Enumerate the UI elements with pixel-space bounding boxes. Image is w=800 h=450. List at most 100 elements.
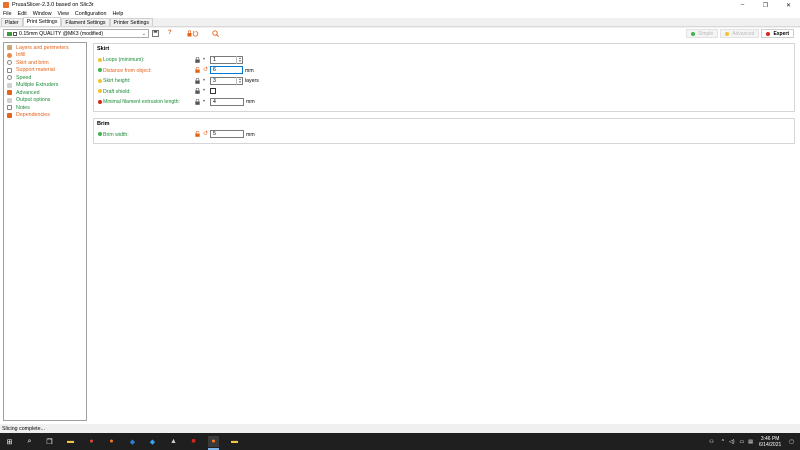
folder-icon[interactable]: ▬ bbox=[229, 436, 240, 447]
sidebar-item-infill[interactable]: Infill bbox=[4, 52, 86, 60]
search-icon[interactable] bbox=[212, 30, 219, 40]
dot-icon: • bbox=[203, 98, 206, 105]
option-row-brim-width: Brim width: ↺ 5 mm bbox=[94, 130, 794, 141]
expert-dot-icon bbox=[766, 31, 771, 36]
file-explorer-icon[interactable]: ▬ bbox=[65, 436, 76, 447]
preset-name: 0.15mm QUALITY @MK3 (modified) bbox=[19, 30, 104, 37]
sidebar-item-label: Notes bbox=[16, 104, 30, 111]
close-icon[interactable]: ✕ bbox=[777, 0, 800, 10]
browser-icon[interactable]: ● bbox=[106, 436, 117, 447]
simple-dot-icon bbox=[690, 31, 695, 36]
dependencies-icon bbox=[7, 112, 12, 118]
lock-icon[interactable] bbox=[195, 56, 200, 63]
menu-help[interactable]: Help bbox=[112, 11, 123, 17]
save-icon[interactable] bbox=[152, 30, 159, 40]
support-icon bbox=[7, 67, 12, 73]
sidebar-item-speed[interactable]: Speed bbox=[4, 74, 86, 82]
tab-plater[interactable]: Plater bbox=[1, 18, 23, 26]
settings-page-list: Layers and perimeters Infill Skirt and b… bbox=[3, 42, 87, 421]
sidebar-item-output-options[interactable]: Output options bbox=[4, 97, 86, 105]
unlock-icon[interactable] bbox=[195, 130, 200, 137]
clock[interactable]: 3:46 PM 6/14/2021 bbox=[759, 436, 781, 448]
app-blue-icon[interactable]: ◆ bbox=[147, 436, 158, 447]
system-tray: ⚇ ^ ◁) ▭ ▤ 3:46 PM 6/14/2021 ▢ bbox=[709, 435, 794, 448]
notifications-icon[interactable]: ▢ bbox=[789, 439, 794, 445]
infill-icon bbox=[7, 52, 12, 58]
preset-select[interactable]: 0.15mm QUALITY @MK3 (modified) ⌄ bbox=[3, 29, 149, 38]
undo-arrow-icon[interactable]: ↺ bbox=[203, 67, 208, 73]
lock-undo-icon[interactable] bbox=[187, 30, 199, 40]
keyboard-icon[interactable]: ▤ bbox=[748, 439, 753, 445]
people-icon[interactable]: ⚇ bbox=[709, 439, 713, 445]
option-label: Loops (minimum): bbox=[103, 57, 145, 63]
chevron-up-icon[interactable]: ^ bbox=[722, 439, 724, 445]
tab-printer-settings[interactable]: Printer Settings bbox=[109, 18, 153, 26]
network-icon[interactable]: ▭ bbox=[740, 439, 745, 445]
sidebar-item-label: Multiple Extruders bbox=[16, 82, 59, 89]
extruders-icon bbox=[7, 82, 12, 88]
mode-bullet-icon bbox=[98, 99, 102, 104]
app-dark-icon[interactable]: ▲ bbox=[168, 436, 179, 447]
sidebar-item-dependencies[interactable]: Dependencies bbox=[4, 112, 86, 120]
draft-shield-checkbox[interactable] bbox=[210, 87, 216, 94]
tab-print-settings[interactable]: Print Settings bbox=[22, 17, 62, 26]
volume-icon[interactable]: ◁) bbox=[729, 439, 735, 445]
option-row-loops: Loops (minimum): • 1 ▲ ▼ bbox=[94, 55, 794, 66]
menu-file[interactable]: File bbox=[3, 11, 12, 17]
sidebar-item-notes[interactable]: Notes bbox=[4, 104, 86, 112]
task-view-icon[interactable]: ❐ bbox=[44, 436, 55, 447]
status-text: Slicing complete... bbox=[2, 425, 45, 432]
menu-configuration[interactable]: Configuration bbox=[75, 11, 107, 17]
settings-toolbar: 0.15mm QUALITY @MK3 (modified) ⌄ ? Simpl… bbox=[0, 28, 800, 40]
option-unit: mm bbox=[246, 131, 255, 138]
chrome-icon[interactable]: ● bbox=[86, 436, 97, 447]
prusaslicer-icon[interactable]: ● bbox=[208, 436, 219, 447]
undo-arrow-icon[interactable]: ↺ bbox=[203, 131, 208, 137]
sidebar-item-label: Skirt and brim bbox=[16, 59, 49, 66]
mode-advanced-button[interactable]: Advanced bbox=[720, 29, 760, 38]
search-icon[interactable]: ⌕ bbox=[24, 436, 35, 447]
sidebar-item-layers-and-perimeters[interactable]: Layers and perimeters bbox=[4, 44, 86, 52]
minimize-icon[interactable]: – bbox=[731, 0, 754, 10]
sidebar-item-multiple-extruders[interactable]: Multiple Extruders bbox=[4, 82, 86, 90]
mode-expert-button[interactable]: Expert bbox=[761, 29, 794, 38]
unlock-icon[interactable] bbox=[195, 66, 200, 73]
start-icon[interactable]: ⊞ bbox=[4, 436, 15, 447]
option-unit: mm bbox=[246, 99, 255, 105]
distance-from-object-input[interactable]: 6 bbox=[210, 66, 243, 74]
lock-icon[interactable] bbox=[195, 98, 200, 105]
dot-icon: • bbox=[203, 77, 206, 84]
lock-icon[interactable] bbox=[195, 77, 200, 84]
settings-page: Skirt Loops (minimum): • 1 ▲ ▼ Distance f… bbox=[93, 43, 795, 150]
min-extrusion-length-input[interactable]: 4 bbox=[210, 97, 244, 106]
dot-icon: • bbox=[203, 56, 206, 63]
skirt-height-spin-button[interactable]: ▲ ▼ bbox=[236, 76, 243, 85]
question-icon[interactable]: ? bbox=[168, 30, 172, 37]
maximize-icon[interactable]: ❐ bbox=[754, 0, 777, 10]
app-red-icon[interactable]: ■ bbox=[188, 436, 199, 447]
option-label: Minimal filament extrusion length: bbox=[103, 99, 180, 105]
mode-advanced-label: Advanced bbox=[732, 30, 755, 37]
loops-spin-button[interactable]: ▲ ▼ bbox=[236, 55, 243, 64]
option-row-draft-shield: Draft shield: • bbox=[94, 87, 794, 98]
sidebar-item-skirt-and-brim[interactable]: Skirt and brim bbox=[4, 59, 86, 67]
sidebar-item-label: Speed bbox=[16, 74, 32, 81]
mode-expert-label: Expert bbox=[773, 30, 789, 37]
option-label: Distance from object: bbox=[103, 67, 152, 74]
lock-icon[interactable] bbox=[195, 87, 200, 94]
tab-filament-settings[interactable]: Filament Settings bbox=[61, 18, 110, 26]
mode-simple-button[interactable]: Simple bbox=[685, 29, 719, 38]
wrench-icon bbox=[7, 90, 12, 96]
mode-bullet-icon bbox=[98, 68, 102, 72]
sidebar-item-support-material[interactable]: Support material bbox=[4, 67, 86, 75]
chevron-down-icon: ⌄ bbox=[141, 30, 146, 37]
prusaslicer-app-icon bbox=[3, 2, 9, 8]
sidebar-item-advanced[interactable]: Advanced bbox=[4, 89, 86, 97]
vscode-icon[interactable]: ◆ bbox=[127, 436, 138, 447]
title-bar: PrusaSlicer-2.3.0 based on Slic3r – ❐ ✕ bbox=[0, 0, 800, 10]
notes-icon bbox=[7, 105, 12, 111]
skirt-icon bbox=[7, 60, 12, 66]
layers-icon bbox=[7, 45, 12, 51]
window-title: PrusaSlicer-2.3.0 based on Slic3r bbox=[12, 2, 94, 8]
brim-width-input[interactable]: 5 bbox=[210, 130, 244, 138]
